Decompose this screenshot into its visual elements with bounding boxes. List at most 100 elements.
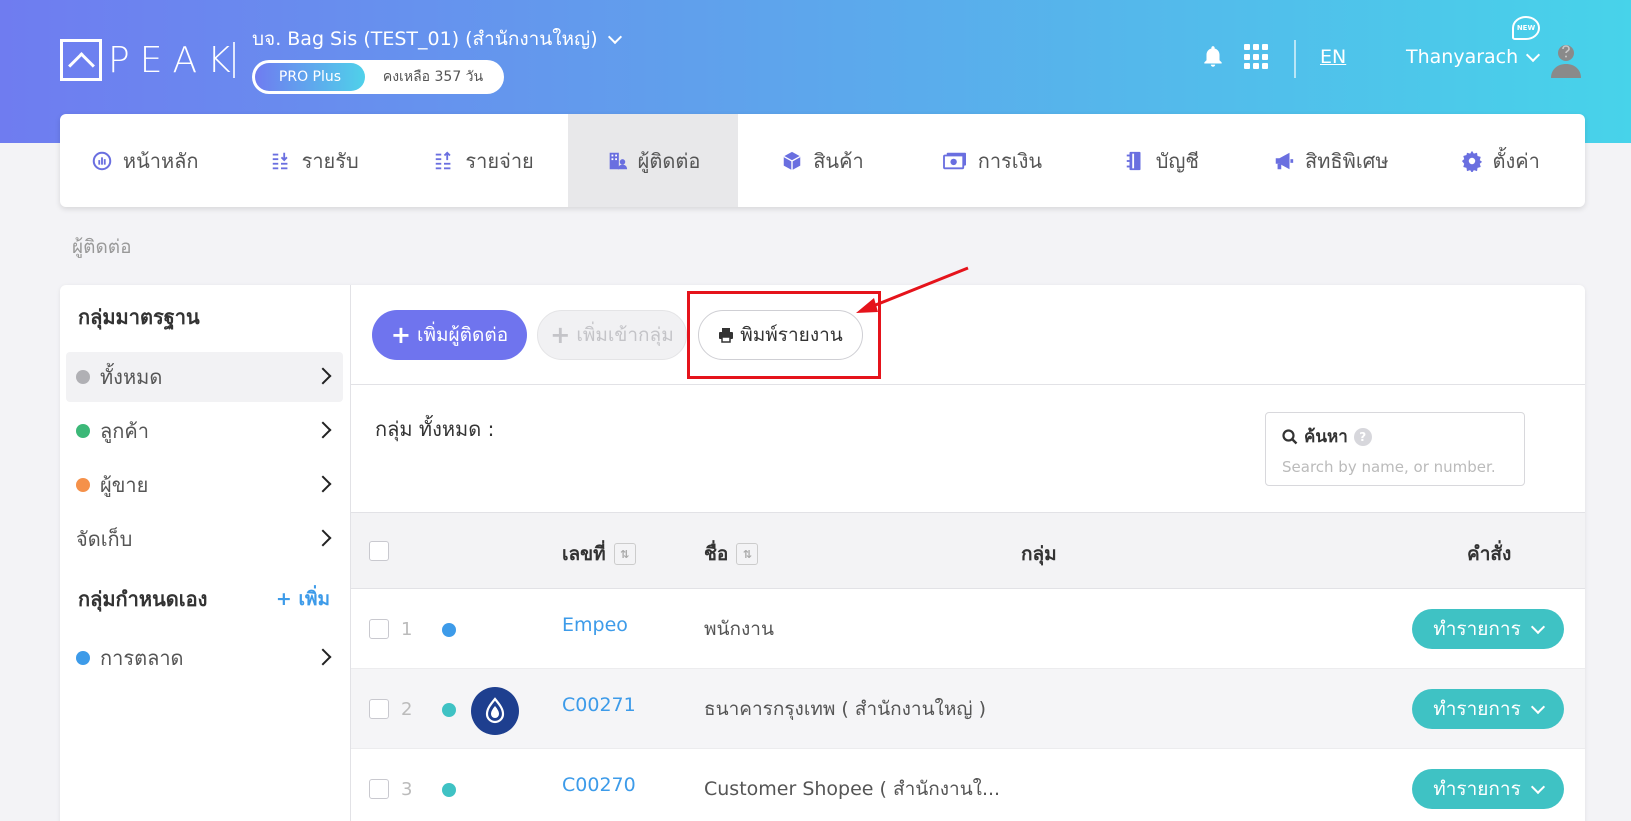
row-checkbox[interactable]: [369, 699, 389, 719]
chevron-down-icon: [1526, 47, 1541, 62]
group-dot: [76, 478, 90, 492]
nav-item-contacts[interactable]: ผู้ติดต่อ: [568, 114, 738, 207]
main-nav: หน้าหลัก รายรับ รายจ่าย ผู้ติดต่อ สินค้า…: [60, 114, 1585, 207]
sidebar-item-archived[interactable]: จัดเก็บ: [66, 514, 343, 564]
search-input[interactable]: [1282, 458, 1508, 476]
header-divider: [233, 42, 235, 78]
company-selector[interactable]: บจ. Bag Sis (TEST_01) (สำนักงานใหญ่): [252, 24, 622, 54]
user-menu[interactable]: Thanyarach: [1406, 46, 1541, 68]
action-dropdown-button[interactable]: ทำรายการ: [1412, 689, 1564, 729]
chevron-down-icon: [1530, 779, 1545, 794]
annotation-arrow-icon: [856, 266, 969, 313]
plan-remaining: คงเหลือ 357 วัน: [382, 69, 484, 85]
add-group-button[interactable]: + เพิ่ม: [276, 584, 330, 614]
language-switch[interactable]: EN: [1320, 46, 1346, 68]
chevron-right-icon: [314, 367, 332, 385]
chevron-right-icon: [314, 648, 332, 666]
search-title: ค้นหา ?: [1282, 423, 1508, 450]
income-icon: [272, 152, 288, 169]
contacts-icon: [609, 152, 627, 169]
money-icon: [942, 152, 966, 169]
help-icon[interactable]: ?: [1353, 427, 1372, 446]
sidebar-item-all[interactable]: ทั้งหมด: [66, 352, 343, 402]
group-dot: [442, 783, 456, 797]
action-dropdown-button[interactable]: ทำรายการ: [1412, 609, 1564, 649]
add-to-group-button[interactable]: + เพิ่มเข้ากลุ่ม: [537, 310, 687, 360]
contact-name: พนักงาน: [704, 618, 774, 640]
nav-label: บัญชี: [1155, 148, 1199, 173]
contact-name: Customer Shopee ( สำนักงานใ...: [704, 778, 1001, 800]
contact-code-link[interactable]: Empeo: [562, 614, 628, 636]
chevron-down-icon: [1530, 619, 1545, 634]
standard-groups-title: กลุ่มมาตรฐาน: [78, 305, 200, 329]
breadcrumb: ผู้ติดต่อ: [72, 236, 132, 258]
nav-item-products[interactable]: สินค้า: [738, 114, 907, 207]
select-all-checkbox[interactable]: [369, 541, 389, 561]
table-row[interactable]: 3 C00270 Customer Shopee ( สำนักงานใ... …: [351, 749, 1585, 821]
sidebar-item-marketing[interactable]: การตลาด: [66, 633, 343, 683]
plan-badge: PRO Plus คงเหลือ 357 วัน: [252, 60, 504, 94]
chevron-down-icon: [1530, 699, 1545, 714]
sidebar-item-label: จัดเก็บ: [76, 527, 133, 551]
nav-label: หน้าหลัก: [122, 148, 199, 173]
contacts-content: + เพิ่มผู้ติดต่อ + เพิ่มเข้ากลุ่ม พิมพ์ร…: [351, 285, 1585, 821]
custom-groups-title: กลุ่มกำหนดเอง: [78, 587, 208, 611]
column-label: เลขที่: [562, 543, 606, 565]
nav-label: ตั้งค่า: [1492, 148, 1540, 173]
contact-code-link[interactable]: C00270: [562, 774, 636, 796]
table-row[interactable]: 1 Empeo พนักงาน ทำรายการ: [351, 589, 1585, 669]
column-label: ชื่อ: [704, 543, 729, 565]
sidebar-item-vendors[interactable]: ผู้ขาย: [66, 460, 343, 510]
sort-icon[interactable]: ⇅: [613, 543, 636, 565]
gear-icon: [1461, 150, 1482, 172]
new-chat-icon[interactable]: NEW: [1512, 16, 1540, 40]
bank-logo-icon: [471, 687, 519, 735]
contact-name: ธนาคารกรุงเทพ ( สำนักงานใหญ่ ): [704, 698, 986, 720]
row-checkbox[interactable]: [369, 779, 389, 799]
current-group-label: กลุ่ม ทั้งหมด :: [375, 417, 495, 441]
search-label: ค้นหา: [1304, 427, 1348, 447]
nav-item-accounting[interactable]: บัญชี: [1077, 114, 1246, 207]
row-index: 2: [401, 699, 413, 720]
sidebar-item-label: ทั้งหมด: [100, 365, 163, 389]
nav-item-home[interactable]: หน้าหลัก: [60, 114, 229, 207]
peak-logo[interactable]: PEAK: [60, 38, 241, 82]
column-name[interactable]: ชื่อ ⇅: [704, 539, 759, 569]
nav-item-expense[interactable]: รายจ่าย: [399, 114, 568, 207]
bell-icon[interactable]: [1200, 44, 1226, 70]
chevron-right-icon: [314, 421, 332, 439]
nav-item-privileges[interactable]: สิทธิพิเศษ: [1246, 114, 1415, 207]
nav-label: สิทธิพิเศษ: [1305, 148, 1389, 173]
plan-name: PRO Plus: [255, 63, 365, 91]
expense-icon: [436, 150, 452, 169]
contact-code-link[interactable]: C00271: [562, 694, 636, 716]
add-contact-button[interactable]: + เพิ่มผู้ติดต่อ: [372, 310, 527, 360]
row-checkbox[interactable]: [369, 619, 389, 639]
sidebar-item-label: การตลาด: [100, 646, 184, 670]
logo-mark-icon: [60, 39, 102, 81]
apps-grid-icon[interactable]: [1244, 44, 1270, 70]
column-action: คำสั่ง: [1467, 543, 1512, 565]
sort-icon[interactable]: ⇅: [736, 543, 759, 565]
column-number[interactable]: เลขที่ ⇅: [562, 539, 636, 569]
group-dot: [76, 424, 90, 438]
nav-label: สินค้า: [813, 148, 864, 173]
chevron-right-icon: [314, 529, 332, 547]
megaphone-icon: [1275, 152, 1294, 169]
logo-text: PEAK: [108, 39, 241, 81]
add-to-group-label: เพิ่มเข้ากลุ่ม: [576, 324, 674, 346]
chevron-down-icon: [607, 29, 622, 44]
action-dropdown-button[interactable]: ทำรายการ: [1412, 769, 1564, 809]
nav-label: การเงิน: [977, 148, 1043, 173]
avatar[interactable]: [1546, 40, 1586, 80]
table-row[interactable]: 2 C00271 ธนาคารกรุงเทพ ( สำนักงานใหญ่ ) …: [351, 669, 1585, 749]
row-index: 3: [401, 779, 413, 800]
nav-item-settings[interactable]: ตั้งค่า: [1416, 114, 1585, 207]
column-group: กลุ่ม: [1021, 543, 1057, 565]
nav-item-income[interactable]: รายรับ: [229, 114, 398, 207]
sidebar-item-customers[interactable]: ลูกค้า: [66, 406, 343, 456]
nav-item-finance[interactable]: การเงิน: [907, 114, 1076, 207]
chevron-right-icon: [314, 475, 332, 493]
action-label: ทำรายการ: [1433, 618, 1521, 640]
sidebar-item-label: ลูกค้า: [100, 419, 149, 443]
